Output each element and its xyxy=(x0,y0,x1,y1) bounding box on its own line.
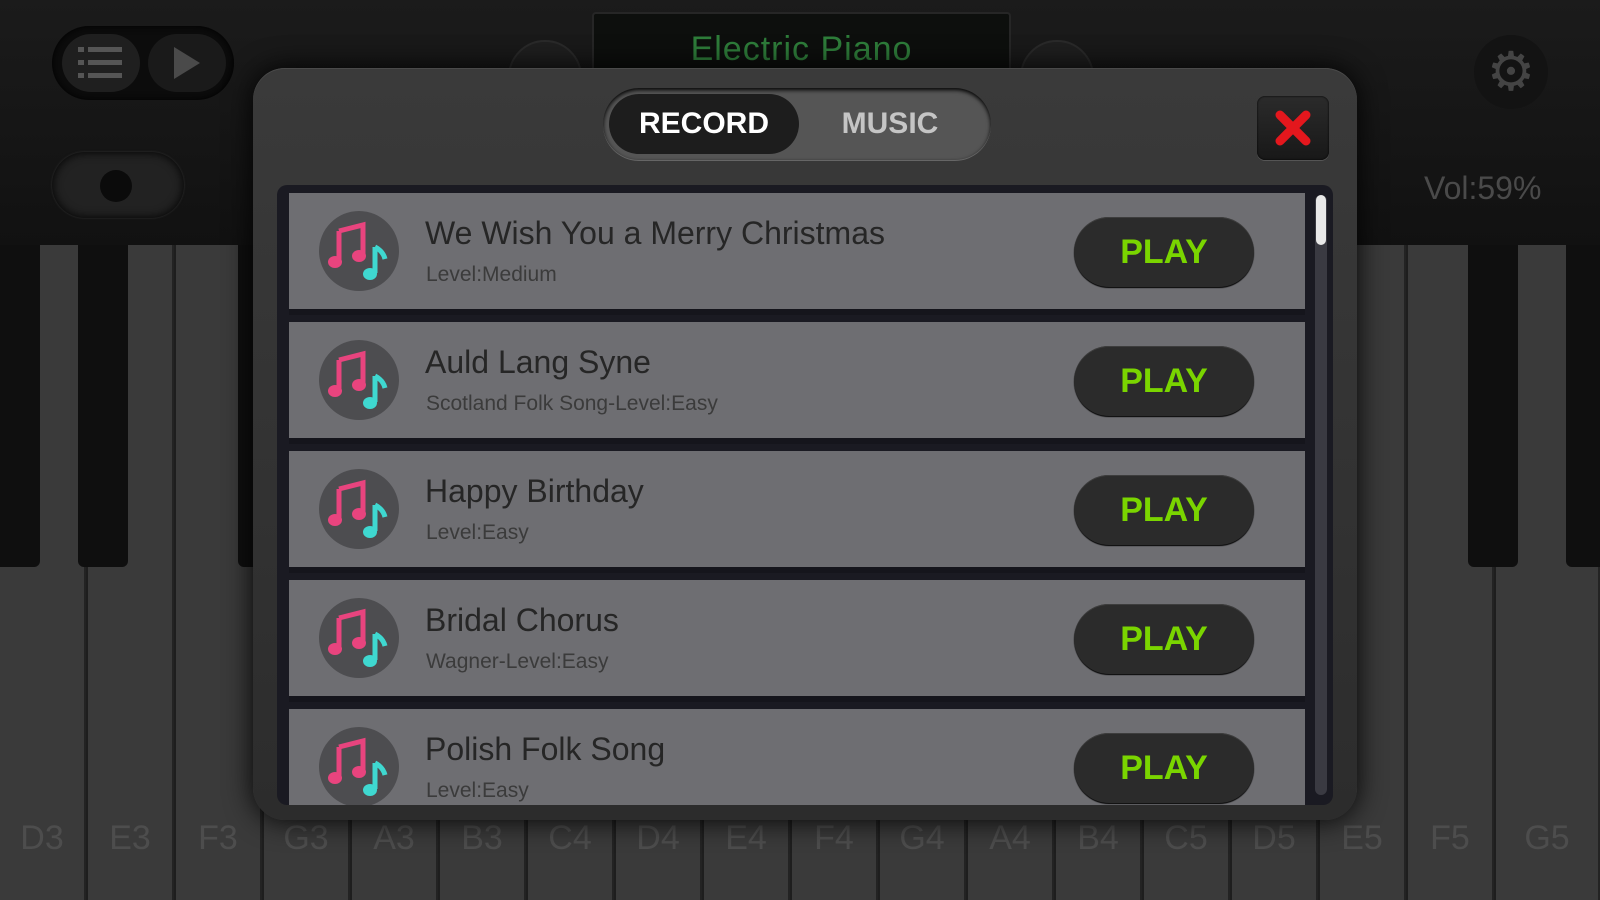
play-song-button[interactable]: PLAY xyxy=(1074,604,1254,674)
song-row[interactable]: We Wish You a Merry Christmas Level:Medi… xyxy=(289,193,1305,315)
key-label: G3 xyxy=(283,819,329,857)
key-label: D5 xyxy=(1252,819,1296,857)
music-notes-icon xyxy=(319,598,399,678)
song-subtitle: Level:Medium xyxy=(426,263,557,286)
song-list[interactable]: We Wish You a Merry Christmas Level:Medi… xyxy=(277,185,1333,805)
song-title: Happy Birthday xyxy=(425,473,644,509)
song-subtitle: Level:Easy xyxy=(426,521,529,544)
list-scrollbar[interactable] xyxy=(1315,195,1327,795)
key-label: D3 xyxy=(20,819,64,857)
key-label: D4 xyxy=(636,819,680,857)
play-song-button[interactable]: PLAY xyxy=(1074,217,1254,287)
song-subtitle: Wagner-Level:Easy xyxy=(426,650,609,673)
song-title: We Wish You a Merry Christmas xyxy=(425,215,885,251)
song-row[interactable]: Auld Lang Syne Scotland Folk Song-Level:… xyxy=(289,322,1305,444)
list-menu-icon xyxy=(78,47,122,78)
song-row[interactable]: Happy Birthday Level:Easy PLAY xyxy=(289,451,1305,573)
menu-play-group xyxy=(52,26,234,100)
key-label: F3 xyxy=(198,819,238,857)
key-label: F4 xyxy=(814,819,854,857)
music-notes-icon xyxy=(319,727,399,805)
key-label: A3 xyxy=(373,819,415,857)
mode-toggle[interactable] xyxy=(52,152,184,218)
play-song-button[interactable]: PLAY xyxy=(1074,346,1254,416)
song-title: Auld Lang Syne xyxy=(425,344,651,380)
black-key[interactable] xyxy=(0,245,40,567)
key-label: G4 xyxy=(899,819,945,857)
music-notes-icon xyxy=(319,340,399,420)
key-label: C4 xyxy=(548,819,592,857)
song-title: Polish Folk Song xyxy=(425,731,666,767)
play-song-button[interactable]: PLAY xyxy=(1074,475,1254,545)
close-button[interactable] xyxy=(1257,96,1329,160)
toggle-knob xyxy=(100,170,132,202)
song-row[interactable]: Polish Folk Song Level:Easy PLAY xyxy=(289,709,1305,805)
key-label: E4 xyxy=(725,819,767,857)
play-triangle-icon xyxy=(174,47,200,79)
song-subtitle: Scotland Folk Song-Level:Easy xyxy=(426,392,718,415)
tab-record[interactable]: RECORD xyxy=(609,94,799,154)
key-label: E5 xyxy=(1341,819,1383,857)
song-subtitle: Level:Easy xyxy=(426,779,529,802)
key-label: A4 xyxy=(989,819,1031,857)
menu-button[interactable] xyxy=(62,34,140,92)
scroll-thumb[interactable] xyxy=(1316,195,1326,245)
song-list-dialog: RECORD MUSIC We Wish You a Merry Christm… xyxy=(253,68,1357,820)
black-key[interactable] xyxy=(1468,245,1518,567)
black-key[interactable] xyxy=(1566,245,1600,567)
music-notes-icon xyxy=(319,211,399,291)
black-key[interactable] xyxy=(78,245,128,567)
key-label: B3 xyxy=(461,819,503,857)
tab-music[interactable]: MUSIC xyxy=(795,94,985,154)
key-label: C5 xyxy=(1164,819,1208,857)
play-button[interactable] xyxy=(148,34,226,92)
key-label: F5 xyxy=(1430,819,1470,857)
key-label: E3 xyxy=(109,819,151,857)
song-title: Bridal Chorus xyxy=(425,602,619,638)
song-row[interactable]: Bridal Chorus Wagner-Level:Easy PLAY xyxy=(289,580,1305,702)
tab-switcher: RECORD MUSIC xyxy=(603,88,991,160)
play-song-button[interactable]: PLAY xyxy=(1074,733,1254,803)
key-label: B4 xyxy=(1077,819,1119,857)
close-x-icon xyxy=(1275,110,1311,146)
settings-gear-icon[interactable]: ⚙ xyxy=(1474,35,1548,109)
music-notes-icon xyxy=(319,469,399,549)
key-label: G5 xyxy=(1524,819,1570,857)
volume-label: Vol:59% xyxy=(1424,170,1542,206)
